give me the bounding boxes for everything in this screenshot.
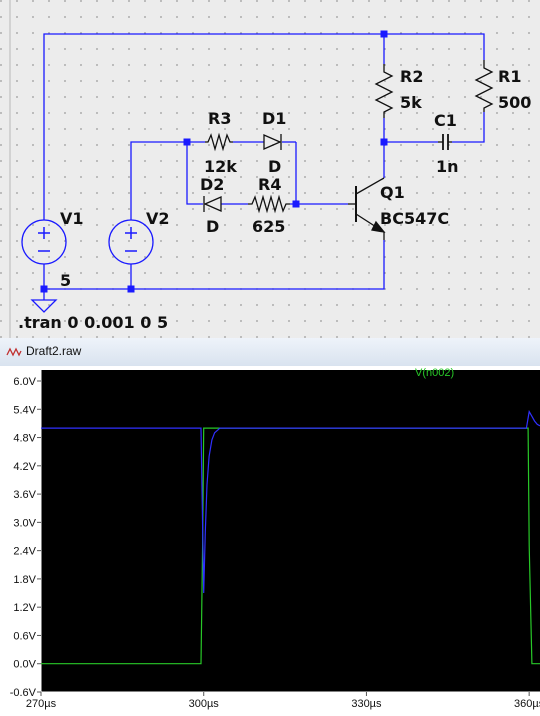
d2-value: D <box>206 217 219 236</box>
v2-name: V2 <box>146 209 170 228</box>
window-title: Draft2.raw <box>26 344 82 358</box>
y-tick-label: 5.4V <box>13 404 36 416</box>
r1-name: R1 <box>498 67 521 86</box>
y-tick-label: 0.0V <box>13 659 36 671</box>
d2-name: D2 <box>200 175 224 194</box>
y-tick-label: 6.0V <box>13 376 36 388</box>
r4-name: R4 <box>258 175 281 194</box>
plot-canvas[interactable]: V(n002) 6.0V 5.4V 4.8V 4.2V 3.6V 3.0V 2.4V 1.8V… <box>0 366 540 716</box>
x-tick-label: 330µs <box>351 698 382 710</box>
r3-name: R3 <box>208 109 231 128</box>
window-titlebar[interactable]: Draft2.raw <box>0 338 540 367</box>
x-tick-label: 360µs <box>514 698 540 710</box>
x-tick-label: 300µs <box>189 698 220 710</box>
y-tick-label: 1.2V <box>13 602 36 614</box>
q1-value: BC547C <box>380 209 449 228</box>
waveform-viewer-window[interactable]: Draft2.raw V(n002) 6.0V 5.4V 4.8V 4.2V 3.6V 3… <box>0 338 540 716</box>
y-tick-label: 3.6V <box>13 489 36 501</box>
c1-value: 1n <box>436 157 459 176</box>
x-tick-label: 270µs <box>26 698 57 710</box>
r2-value: 5k <box>400 93 422 112</box>
y-tick-label: 3.0V <box>13 517 36 529</box>
d1-value: D <box>268 157 281 176</box>
plot-area[interactable] <box>41 370 540 692</box>
y-tick-label: 0.6V <box>13 630 36 642</box>
tran-directive[interactable]: .tran 0 0.001 0 5 <box>18 313 168 332</box>
r3-value: 12k <box>204 157 237 176</box>
q1-name: Q1 <box>380 183 405 202</box>
waveform-icon <box>6 347 22 357</box>
y-tick-label: 2.4V <box>13 546 36 558</box>
d1-name: D1 <box>262 109 286 128</box>
v1-name: V1 <box>60 209 84 228</box>
y-tick-label: 1.8V <box>13 574 36 586</box>
trace-label[interactable]: V(n002) <box>415 367 454 379</box>
c1-name: C1 <box>434 111 457 130</box>
v1-value: 5 <box>60 271 71 290</box>
r2-name: R2 <box>400 67 423 86</box>
y-tick-label: 4.2V <box>13 461 36 473</box>
r4-value: 625 <box>252 217 285 236</box>
r1-value: 500 <box>498 93 531 112</box>
y-tick-label: 4.8V <box>13 433 36 445</box>
schematic-editor[interactable]: V1 5 V2 R2 5k R1 500 R3 12k D1 D D2 D R4… <box>0 0 540 338</box>
